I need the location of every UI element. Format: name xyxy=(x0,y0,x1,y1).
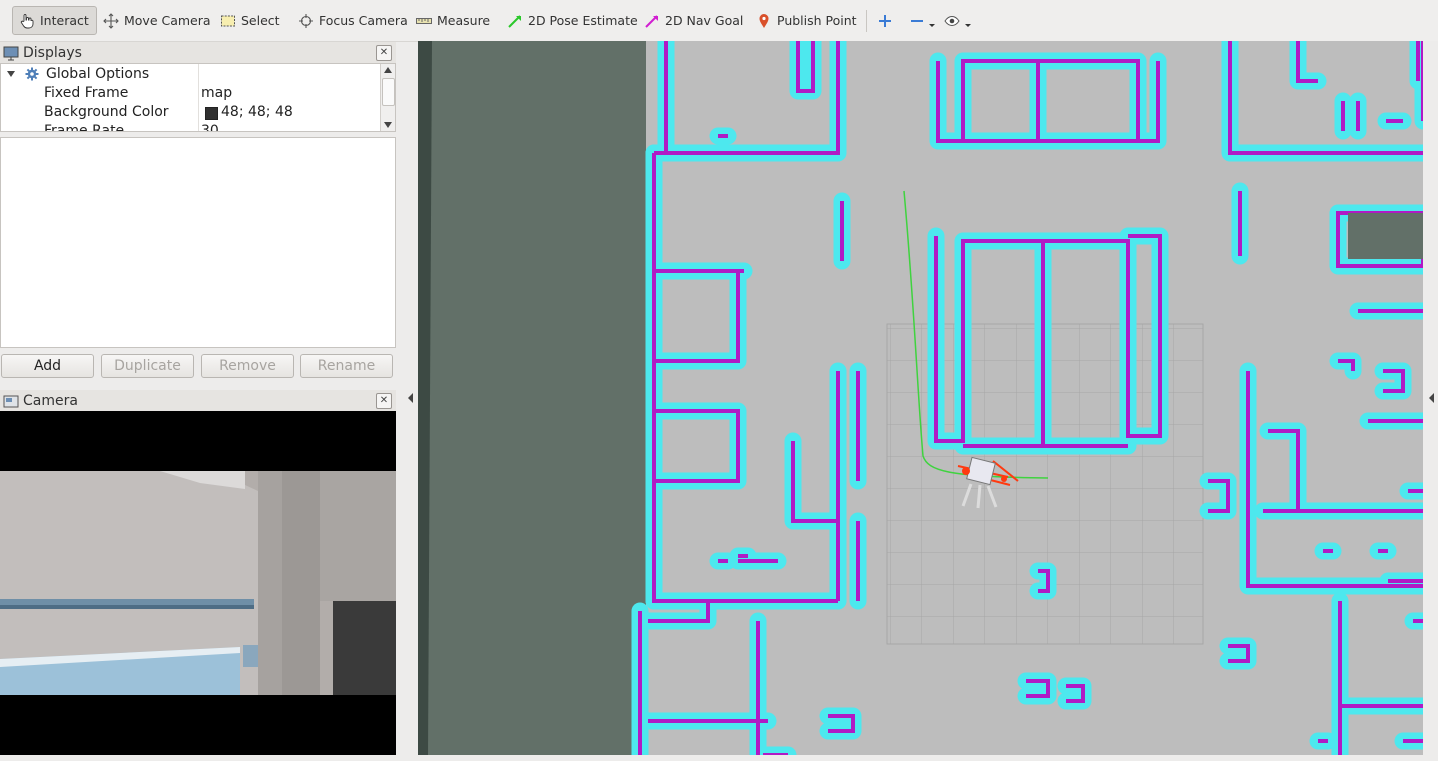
camera-close-button[interactable]: ✕ xyxy=(376,393,392,409)
measure-label: Measure xyxy=(437,13,491,28)
chevron-down-icon xyxy=(929,23,935,27)
inflation-band xyxy=(1057,677,1092,710)
select-label: Select xyxy=(241,13,280,28)
pose-estimate-tool-button[interactable]: 2D Pose Estimate xyxy=(501,6,644,35)
inflation-band xyxy=(819,707,862,740)
obstacle-block xyxy=(1348,213,1423,259)
scroll-down-arrow-icon[interactable] xyxy=(384,122,392,128)
minus-icon xyxy=(911,19,923,22)
nav-goal-label: 2D Nav Goal xyxy=(665,13,744,28)
global-options-label: Global Options xyxy=(46,66,150,82)
pose-estimate-label: 2D Pose Estimate xyxy=(528,13,638,28)
fixed-frame-value[interactable]: map xyxy=(201,85,232,101)
add-button[interactable]: Add xyxy=(1,354,94,378)
displays-tree: Global Options Fixed Frame map Backgroun… xyxy=(0,63,396,132)
right-dock-strip xyxy=(1423,41,1438,755)
inflation-band xyxy=(929,52,1167,150)
inflation-band xyxy=(1289,41,1327,90)
measure-tool-button[interactable]: Measure xyxy=(410,6,496,35)
displays-panel-title: Displays xyxy=(23,45,82,61)
displays-panel-header: Displays ✕ xyxy=(0,42,396,65)
frame-rate-key: Frame Rate xyxy=(44,123,125,132)
fixed-frame-key: Fixed Frame xyxy=(44,85,129,101)
camera-panel-header: Camera ✕ xyxy=(0,390,396,413)
chevron-down-icon xyxy=(965,23,971,27)
inflation-band xyxy=(1259,422,1307,520)
plus-icon xyxy=(879,14,891,27)
tree-scrollbar[interactable] xyxy=(380,64,395,131)
scroll-up-arrow-icon[interactable] xyxy=(384,67,392,73)
scrollbar-thumb[interactable] xyxy=(382,78,395,106)
inflation-band xyxy=(1219,637,1257,670)
inflation-band xyxy=(1017,672,1057,705)
background-color-key: Background Color xyxy=(44,104,169,120)
map-pin-icon xyxy=(759,13,769,28)
inflation-band xyxy=(789,41,822,100)
inflation-band xyxy=(1199,472,1237,520)
left-splitter-arrow-icon[interactable] xyxy=(408,393,413,403)
render-viewport[interactable] xyxy=(418,41,1423,755)
focus-camera-label: Focus Camera xyxy=(319,13,408,28)
right-splitter-arrow-icon[interactable] xyxy=(1429,393,1434,403)
publish-point-label: Publish Point xyxy=(777,13,857,28)
publish-point-tool-button[interactable]: Publish Point xyxy=(750,6,863,35)
camera-panel-icon xyxy=(3,395,19,408)
tree-row-background-color[interactable]: Background Color 48; 48; 48 xyxy=(1,103,383,122)
camera-image-view[interactable] xyxy=(0,411,396,755)
interact-label: Interact xyxy=(40,13,89,28)
inflation-band xyxy=(645,402,747,490)
remove-tool-button[interactable] xyxy=(906,6,939,35)
inflation-band xyxy=(645,144,847,610)
green-arrow-icon xyxy=(508,14,521,28)
frame-rate-value[interactable]: 30 xyxy=(201,123,219,131)
select-tool-button[interactable]: Select xyxy=(214,6,286,35)
panels-visibility-button[interactable] xyxy=(940,6,975,35)
rename-button[interactable]: Rename xyxy=(300,354,393,378)
crosshair-icon xyxy=(299,13,313,28)
inflation-band xyxy=(1374,362,1412,400)
wall-segment xyxy=(654,409,740,483)
displays-close-button[interactable]: ✕ xyxy=(376,45,392,61)
camera-scene xyxy=(0,471,396,695)
move-arrows-icon xyxy=(103,12,119,29)
gear-icon xyxy=(25,67,39,81)
inflation-band xyxy=(1221,41,1423,162)
background-color-value[interactable]: 48; 48; 48 xyxy=(221,104,293,120)
tree-row-global-options[interactable]: Global Options xyxy=(1,65,383,84)
focus-camera-tool-button[interactable]: Focus Camera xyxy=(292,6,414,35)
tree-row-frame-rate[interactable]: Frame Rate 30 xyxy=(1,122,383,132)
selection-rectangle-icon xyxy=(221,15,235,26)
duplicate-button[interactable]: Duplicate xyxy=(101,354,194,378)
remove-button[interactable]: Remove xyxy=(201,354,294,378)
add-tool-button[interactable] xyxy=(874,6,896,35)
monitor-icon xyxy=(3,46,19,60)
main-toolbar: Interact Move Camera Select Focus Camera… xyxy=(0,0,1438,42)
display-description-box xyxy=(0,137,396,348)
inflation-band xyxy=(645,262,747,370)
move-camera-label: Move Camera xyxy=(124,13,211,28)
expand-arrow-icon[interactable] xyxy=(6,69,16,79)
magenta-arrow-icon xyxy=(645,14,658,28)
wall-segment xyxy=(652,153,838,603)
occupancy-map xyxy=(418,41,1423,755)
ruler-icon xyxy=(416,17,432,24)
wall-segment xyxy=(1228,41,1423,155)
nav-goal-tool-button[interactable]: 2D Nav Goal xyxy=(638,6,749,35)
toolbar-separator xyxy=(866,10,867,32)
color-swatch[interactable] xyxy=(205,107,218,120)
move-camera-tool-button[interactable]: Move Camera xyxy=(97,6,217,35)
tree-row-fixed-frame[interactable]: Fixed Frame map xyxy=(1,84,383,103)
hand-pointer-icon xyxy=(20,13,34,28)
wall-segment xyxy=(654,269,740,363)
camera-panel-title: Camera xyxy=(23,393,78,409)
interact-tool-button[interactable]: Interact xyxy=(12,6,97,35)
eye-icon xyxy=(944,15,960,26)
unknown-region xyxy=(418,41,646,755)
